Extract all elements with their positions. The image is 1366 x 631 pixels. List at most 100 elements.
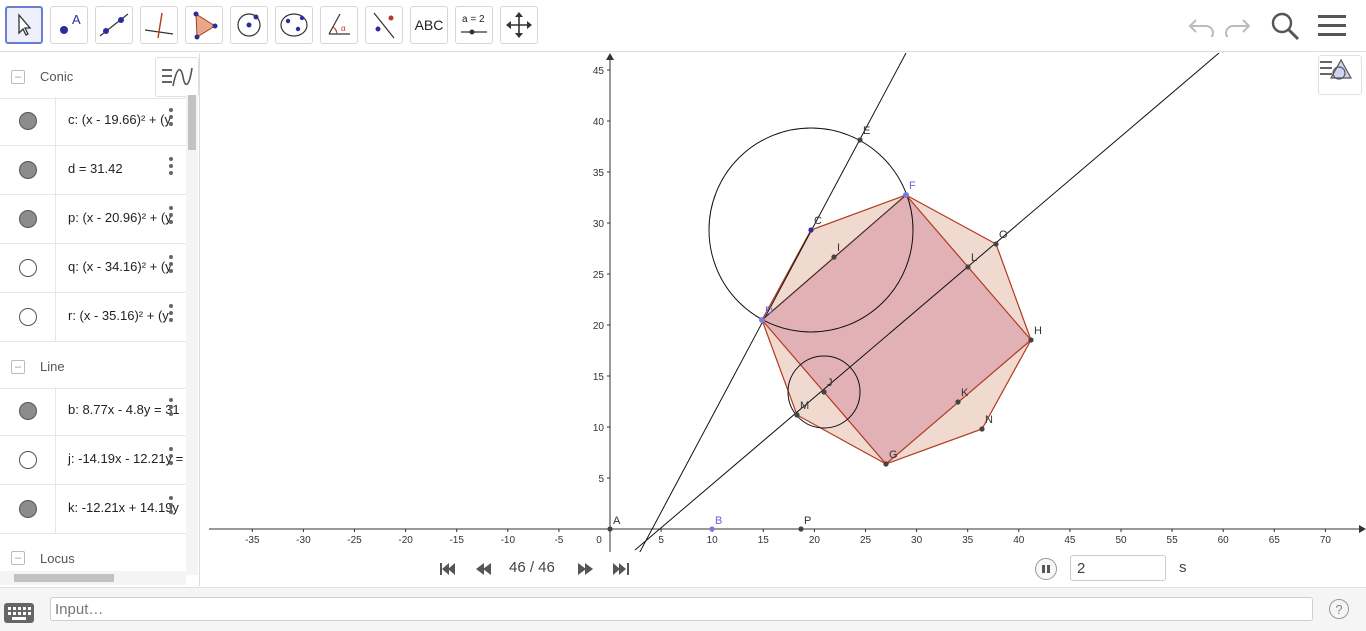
more-options-icon[interactable] [166,252,176,278]
algebra-item-p[interactable]: p: (x - 20.96)² + (y [68,210,172,225]
algebra-row-c[interactable]: c: (x - 19.66)² + (y [0,97,186,146]
point-n[interactable] [979,426,985,432]
algebra-item-d[interactable]: d = 31.42 [68,161,123,176]
graphics-style-bar-button[interactable] [1318,55,1362,95]
reflect-tool-button[interactable] [365,6,403,44]
more-options-icon[interactable] [166,154,176,180]
visibility-toggle-b[interactable] [18,402,37,420]
svg-text:a = 2: a = 2 [462,14,485,25]
more-options-icon[interactable] [166,203,176,229]
point-e[interactable] [857,137,863,143]
y-tick-label: 20 [593,321,605,332]
point-k[interactable] [955,399,961,405]
undo-icon [1188,19,1214,37]
redo-button[interactable] [1222,10,1254,42]
move-tool-button[interactable] [5,6,43,44]
virtual-keyboard-button[interactable] [4,603,34,623]
slider-tool-button[interactable]: a = 2 [455,6,493,44]
reflect-tool-icon [373,12,395,39]
circle-center-point-tool-icon [237,13,261,37]
previous-frame-button[interactable] [473,560,495,578]
algebra-item-r[interactable]: r: (x - 35.16)² + (y [68,308,169,323]
group-label-conic: Conic [40,69,74,84]
visibility-toggle-p[interactable] [18,210,37,228]
visibility-toggle-q[interactable] [18,259,37,277]
search-button[interactable] [1269,10,1301,42]
main-menu-button[interactable] [1316,10,1348,42]
circle-center-point-tool-button[interactable] [230,6,268,44]
perpendicular-line-tool-button[interactable] [140,6,178,44]
point-p[interactable] [798,526,804,532]
graphics-view[interactable]: -35 -30 -25 -20 -15 -10 -5 0 5 10 15 20 25 30 35 40 45 50… [209,53,1366,586]
algebra-item-q[interactable]: q: (x - 34.16)² + (y [68,259,172,274]
polygon-tool-button[interactable] [185,6,223,44]
algebra-input-field[interactable] [50,597,1313,621]
point-j[interactable] [821,389,827,395]
point-f[interactable] [903,192,909,198]
algebra-row-r[interactable]: r: (x - 35.16)² + (y [0,293,186,342]
line-tool-button[interactable] [95,6,133,44]
point-i[interactable] [831,254,837,260]
point-a[interactable] [607,526,613,532]
label-h: H [1034,325,1042,337]
scrollbar-thumb[interactable] [188,95,196,150]
play-pause-button[interactable] [1035,558,1057,580]
visibility-toggle-c[interactable] [18,112,37,130]
rewind-icon [476,563,491,575]
scrollbar-thumb[interactable] [14,574,114,582]
point-tool-button[interactable]: A [50,6,88,44]
more-options-icon[interactable] [166,395,176,421]
point-g[interactable] [883,461,889,467]
algebra-item-c[interactable]: c: (x - 19.66)² + (y [68,112,171,127]
algebra-row-q[interactable]: q: (x - 34.16)² + (y [0,244,186,293]
point-d[interactable] [759,317,765,323]
angle-tool-button[interactable]: α [320,6,358,44]
move-graphics-view-tool-button[interactable] [500,6,538,44]
visibility-toggle-k[interactable] [18,500,37,518]
x-tick-label: -25 [347,535,362,546]
point-m[interactable] [794,412,800,418]
input-help-button[interactable]: ? [1329,599,1349,619]
first-frame-button[interactable] [437,560,459,578]
next-frame-button[interactable] [574,560,596,578]
point-c[interactable] [808,227,814,233]
text-tool-button[interactable]: ABC [410,6,448,44]
collapse-icon[interactable]: – [11,551,25,565]
algebra-item-b[interactable]: b: 8.77x - 4.8y = 31 [68,402,180,417]
marble-cell [0,387,56,435]
y-axis-arrow-icon [606,53,614,60]
group-header-line[interactable]: – Line [0,345,186,389]
label-a: A [613,515,621,527]
x-tick-label: 40 [1013,535,1025,546]
visibility-toggle-d[interactable] [18,161,37,179]
line-k[interactable] [634,53,1220,551]
point-o[interactable] [993,241,999,247]
algebra-row-p[interactable]: p: (x - 20.96)² + (y [0,195,186,244]
algebra-row-j[interactable]: j: -14.19x - 12.21y = [0,436,186,485]
more-options-icon[interactable] [166,493,176,519]
collapse-icon[interactable]: – [11,69,25,84]
more-options-icon[interactable] [166,105,176,131]
more-options-icon[interactable] [166,301,176,327]
visibility-toggle-r[interactable] [18,308,37,326]
last-frame-button[interactable] [610,560,632,578]
point-l[interactable] [965,264,971,270]
algebra-row-d[interactable]: d = 31.42 [0,146,186,195]
x-tick-label: 15 [758,535,770,546]
y-tick-label: 40 [593,117,605,128]
more-options-icon[interactable] [166,444,176,470]
visibility-toggle-j[interactable] [18,451,37,469]
collapse-icon[interactable]: – [11,359,25,374]
algebra-vertical-scrollbar[interactable] [186,95,198,575]
time-per-frame-input[interactable] [1070,555,1166,581]
algebra-horizontal-scrollbar[interactable] [0,571,186,585]
point-h[interactable] [1028,337,1034,343]
undo-button[interactable] [1185,10,1217,42]
algebra-item-k[interactable]: k: -12.21x + 14.19y [68,500,179,515]
algebra-row-b[interactable]: b: 8.77x - 4.8y = 31 [0,387,186,436]
algebra-row-k[interactable]: k: -12.21x + 14.19y [0,485,186,534]
graphics-canvas[interactable]: -35 -30 -25 -20 -15 -10 -5 0 5 10 15 20 25 30 35 40 45 50… [209,53,1366,586]
ellipse-tool-button[interactable] [275,6,313,44]
point-b[interactable] [709,526,715,532]
algebra-style-bar-button[interactable] [155,57,199,97]
